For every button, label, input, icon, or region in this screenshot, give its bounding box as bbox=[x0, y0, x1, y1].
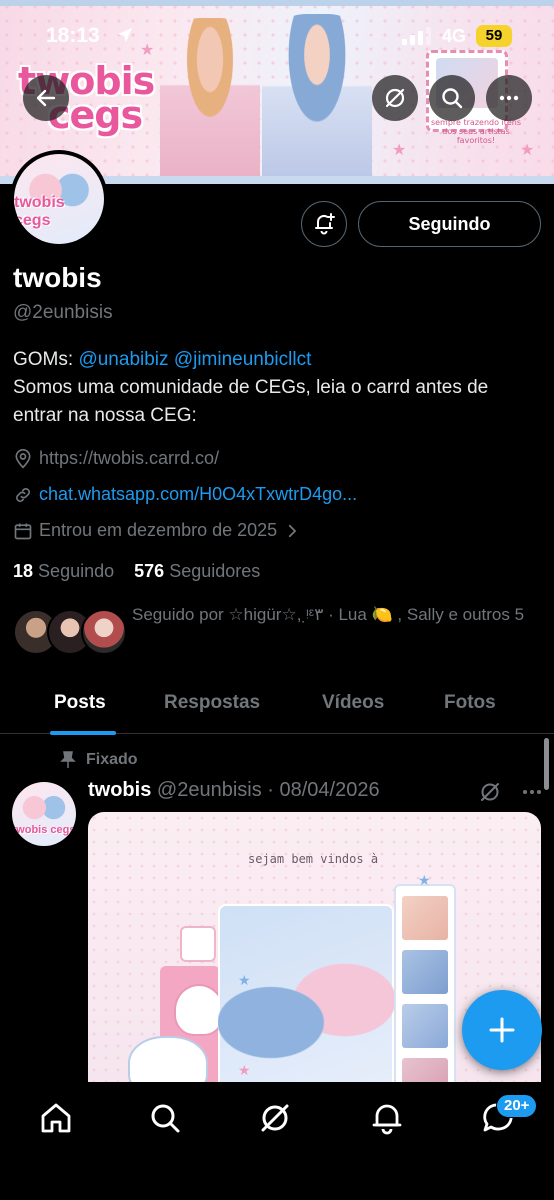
bell-plus-icon bbox=[315, 213, 335, 235]
star-decoration: ★ bbox=[392, 142, 407, 159]
search-icon bbox=[442, 88, 463, 109]
website-link[interactable]: chat.whatsapp.com/H0O4xTxwtrD4go... bbox=[39, 484, 357, 505]
scrollbar[interactable] bbox=[544, 738, 549, 790]
media-people bbox=[218, 940, 394, 1082]
bio-mention-link[interactable]: @jimineunbicllct bbox=[174, 349, 312, 370]
profile-bio: GOMs: @unabibiz @jimineunbicllct Somos u… bbox=[13, 346, 543, 430]
profile-handle: @2eunbisis bbox=[13, 302, 113, 323]
strip-photo bbox=[402, 1004, 448, 1048]
more-options-button[interactable] bbox=[486, 75, 532, 121]
bio-mention-link[interactable]: @unabibiz bbox=[78, 349, 168, 370]
pinned-indicator: Fixado bbox=[60, 751, 138, 769]
tab-posts[interactable]: Posts bbox=[54, 692, 106, 714]
battery-indicator: 59 bbox=[476, 25, 512, 47]
pinned-label: Fixado bbox=[86, 751, 138, 768]
media-welcome-text: sejam bem vindos à bbox=[248, 852, 379, 866]
more-horizontal-icon[interactable] bbox=[520, 780, 544, 804]
star-decoration: ★ bbox=[238, 972, 251, 988]
following-button[interactable]: Seguindo bbox=[358, 201, 541, 247]
profile-tabs: Posts Respostas Vídeos Fotos bbox=[0, 680, 554, 735]
profile-website[interactable]: chat.whatsapp.com/H0O4xTxwtrD4go... bbox=[13, 484, 357, 505]
avatar-logo-text: twobis cegs bbox=[14, 194, 65, 229]
strip-photo bbox=[402, 1058, 448, 1082]
heart-card bbox=[180, 926, 216, 962]
tab-photos[interactable]: Fotos bbox=[444, 692, 496, 714]
strip-photo bbox=[402, 950, 448, 994]
home-icon[interactable] bbox=[38, 1100, 74, 1136]
grok-button[interactable] bbox=[372, 75, 418, 121]
follower-avatar bbox=[81, 609, 127, 655]
calendar-icon bbox=[14, 523, 32, 539]
tab-videos[interactable]: Vídeos bbox=[322, 692, 384, 714]
messages-badge: 20+ bbox=[496, 1094, 538, 1118]
post-header-actions bbox=[478, 780, 544, 804]
notifications-subscribe-button[interactable] bbox=[301, 201, 347, 247]
search-button[interactable] bbox=[429, 75, 475, 121]
grok-icon[interactable] bbox=[478, 780, 502, 804]
chevron-right-icon bbox=[289, 524, 297, 537]
grok-icon[interactable] bbox=[257, 1100, 293, 1136]
profile-avatar-image: twobis cegs bbox=[14, 154, 104, 244]
following-count: 18 bbox=[13, 561, 34, 581]
bottom-navigation bbox=[0, 1082, 554, 1200]
location-text: https://twobis.carrd.co/ bbox=[39, 448, 220, 468]
more-horizontal-icon bbox=[499, 95, 519, 101]
active-tab-indicator bbox=[50, 731, 116, 735]
profile-display-name: twobis bbox=[13, 262, 102, 293]
grok-icon bbox=[385, 88, 405, 108]
follow-counts: 18 Seguindo 576 Seguidores bbox=[13, 561, 260, 582]
post-author-avatar[interactable]: twobis cegs bbox=[12, 782, 76, 846]
plus-icon bbox=[489, 1017, 515, 1043]
star-decoration: ★ bbox=[238, 1062, 251, 1078]
link-icon bbox=[16, 487, 30, 502]
followed-by-text[interactable]: Seguido por ☆higür☆, ᵎ̣ᵋ۳ · Lua 🍋 , Sall… bbox=[132, 598, 546, 632]
notifications-icon[interactable] bbox=[369, 1100, 405, 1136]
status-bar: 18:13 4G 59 bbox=[0, 18, 554, 54]
post-author-name[interactable]: twobis bbox=[88, 779, 151, 801]
following-count-link[interactable]: 18 Seguindo bbox=[13, 561, 114, 581]
back-button[interactable] bbox=[23, 75, 69, 121]
my-melody-figure bbox=[174, 984, 224, 1036]
network-type: 4G bbox=[442, 26, 467, 46]
signal-icon bbox=[402, 27, 431, 45]
following-label: Seguindo bbox=[38, 561, 115, 581]
location-arrow-icon bbox=[117, 27, 133, 43]
cinnamoroll-figure bbox=[128, 1036, 208, 1082]
followers-count-link[interactable]: 576 Seguidores bbox=[134, 561, 260, 581]
post-header: twobis @2eunbisis · 08/04/2026 bbox=[88, 779, 380, 802]
status-time: 18:13 bbox=[46, 24, 100, 47]
bio-text: Somos uma comunidade de CEGs, leia o car… bbox=[13, 377, 489, 426]
post-handle-date: @2eunbisis · 08/04/2026 bbox=[156, 779, 380, 801]
followers-count: 576 bbox=[134, 561, 165, 581]
location-pin-icon bbox=[15, 448, 31, 469]
arrow-left-icon bbox=[36, 89, 56, 107]
bio-prefix: GOMs: bbox=[13, 349, 79, 370]
star-decoration: ★ bbox=[520, 142, 535, 159]
profile-location: https://twobis.carrd.co/ bbox=[13, 448, 219, 469]
strip-photo bbox=[402, 896, 448, 940]
joined-text: Entrou em dezembro de 2025 bbox=[39, 520, 278, 540]
followers-label: Seguidores bbox=[169, 561, 261, 581]
profile-joined[interactable]: Entrou em dezembro de 2025 bbox=[13, 520, 307, 541]
search-icon[interactable] bbox=[147, 1100, 183, 1136]
profile-avatar[interactable]: twobis cegs bbox=[10, 150, 108, 248]
star-decoration: ★ bbox=[418, 872, 431, 888]
compose-post-button[interactable] bbox=[462, 990, 542, 1070]
followed-by-avatars[interactable] bbox=[13, 609, 127, 657]
pin-icon bbox=[60, 751, 76, 768]
banner-tagline: sempre trazendo itens dos seus artistas … bbox=[430, 118, 522, 145]
post-avatar-logo-text: twobis cegs bbox=[12, 824, 76, 836]
tab-replies[interactable]: Respostas bbox=[164, 692, 260, 714]
